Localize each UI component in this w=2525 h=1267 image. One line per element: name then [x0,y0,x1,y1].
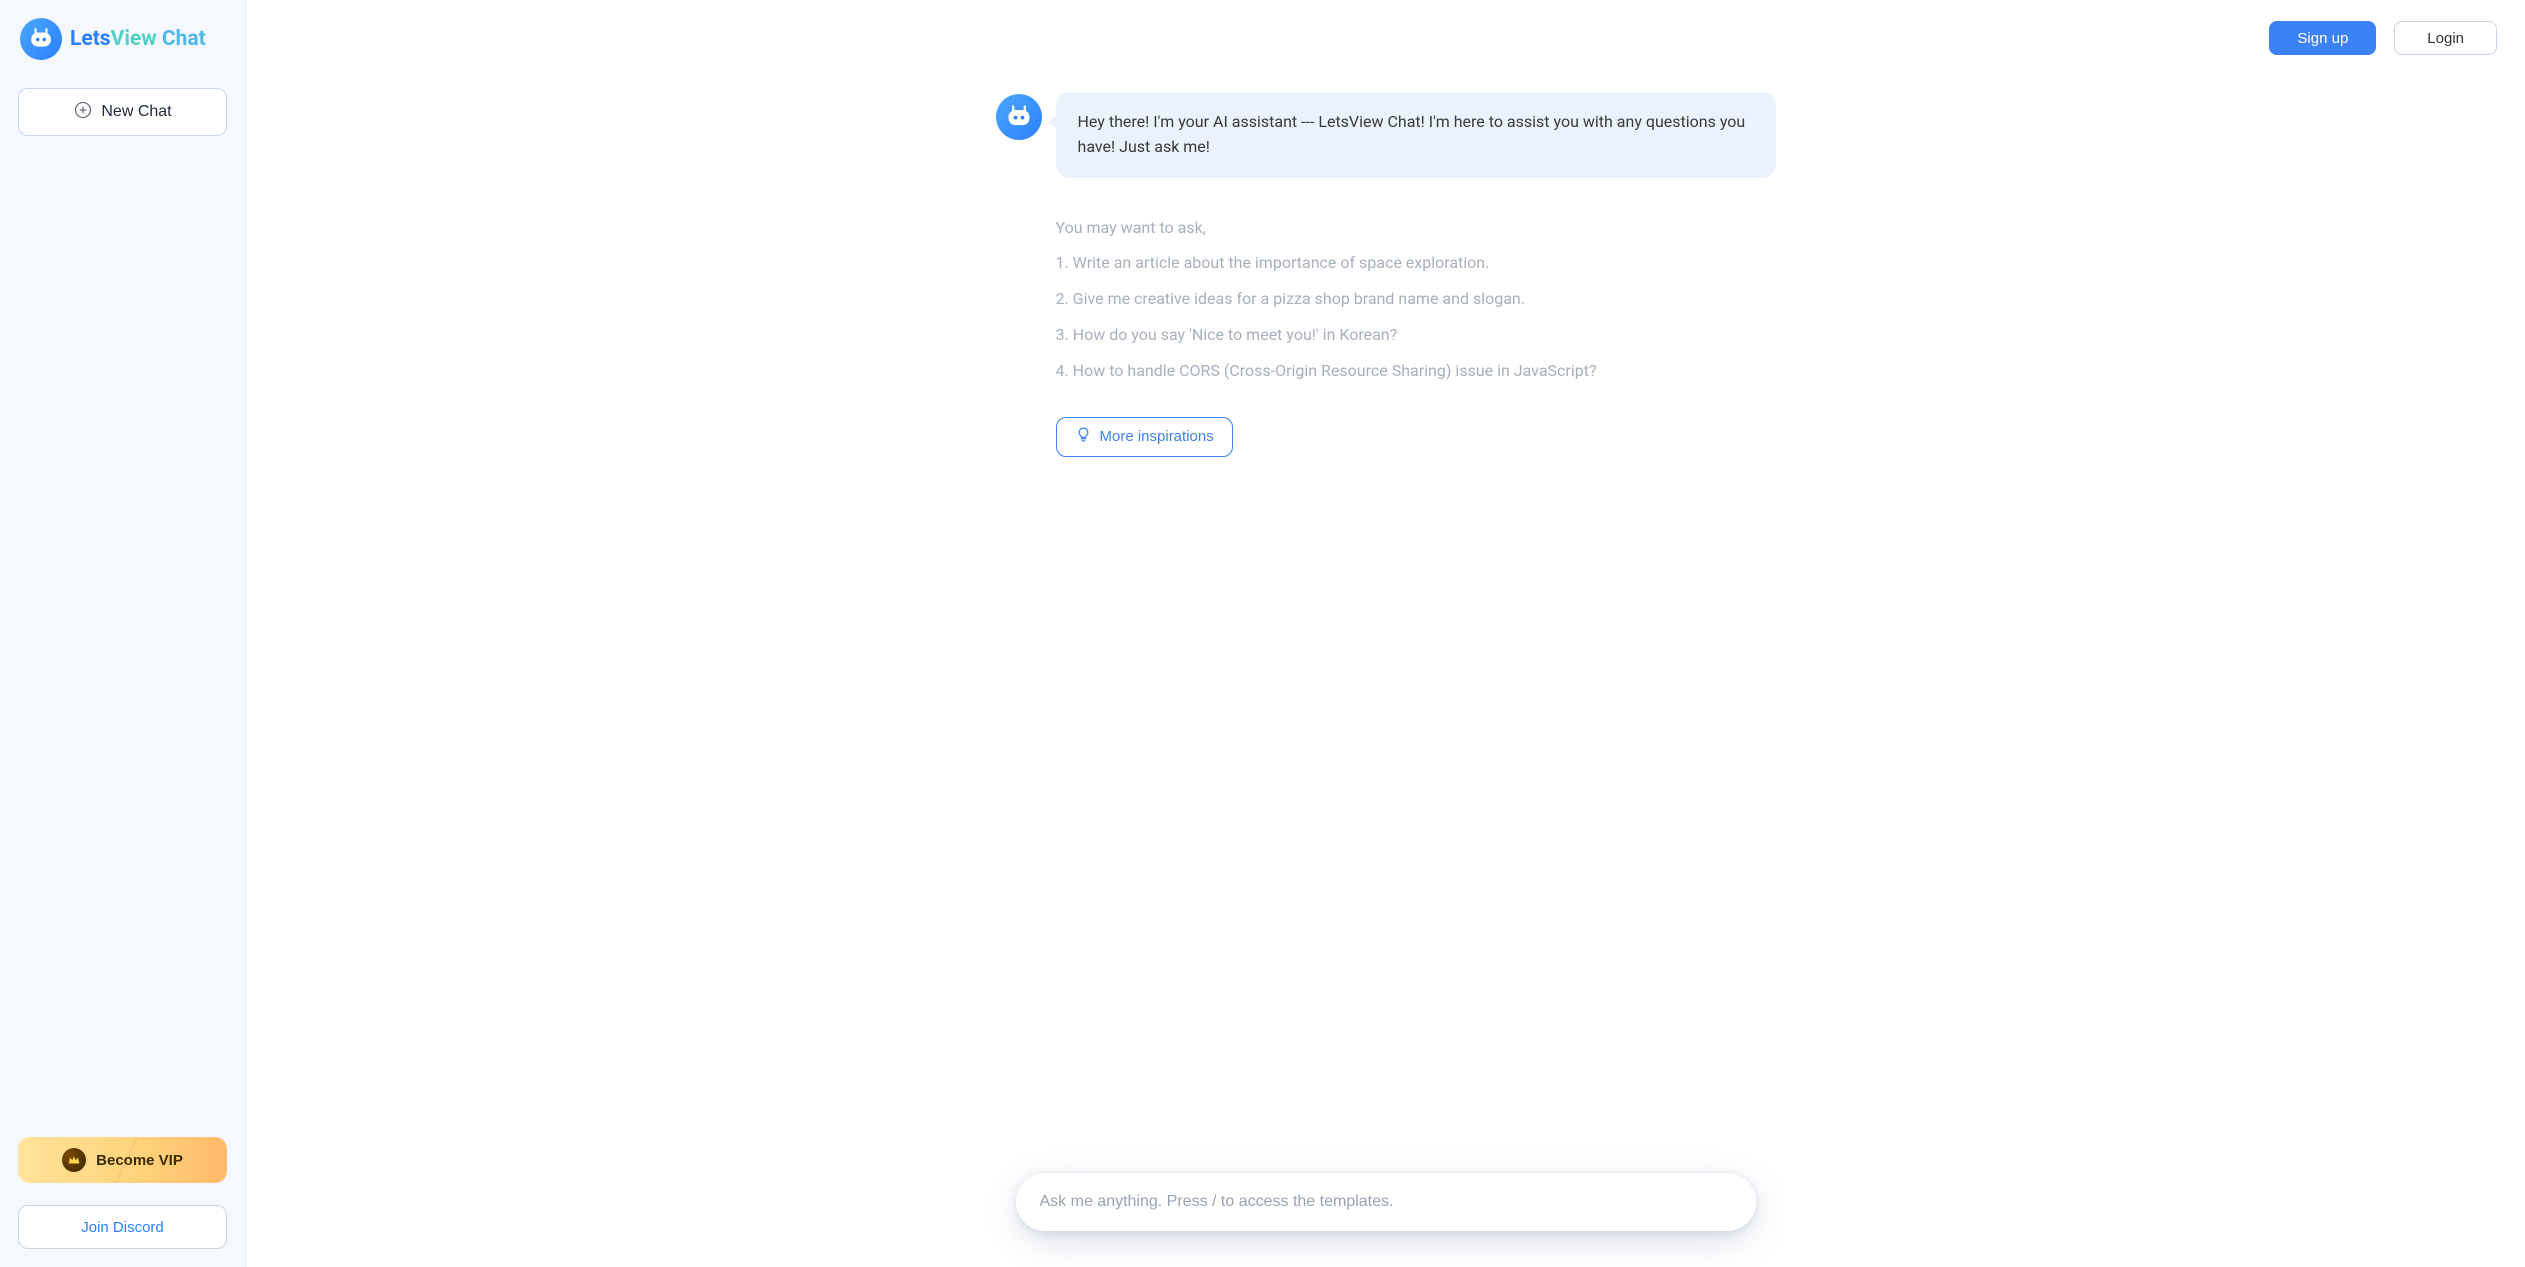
suggestions-block: You may want to ask, 1. Write an article… [996,218,1776,457]
login-label: Login [2427,30,2464,47]
composer[interactable] [1016,1173,1756,1231]
vip-label: Become VIP [96,1152,183,1169]
crown-icon [62,1148,86,1172]
sidebar: LetsView Chat New Chat Become VIP Join D… [0,0,246,1267]
plus-circle-icon [73,100,93,125]
suggestion-item[interactable]: 4. How to handle CORS (Cross-Origin Reso… [1056,359,1776,383]
chat-scroll[interactable]: Hey there! I'm your AI assistant --- Let… [246,76,2525,1267]
brand-logo[interactable]: LetsView Chat [18,18,227,60]
login-button[interactable]: Login [2394,21,2497,55]
suggestion-item[interactable]: 2. Give me creative ideas for a pizza sh… [1056,287,1776,311]
suggestions-heading: You may want to ask, [1056,218,1776,237]
brand-avatar-icon [20,18,62,60]
new-chat-label: New Chat [101,103,171,121]
topbar: Sign up Login [246,0,2525,76]
new-chat-button[interactable]: New Chat [18,88,227,136]
more-inspirations-label: More inspirations [1100,428,1214,445]
become-vip-button[interactable]: Become VIP [18,1137,227,1183]
join-discord-button[interactable]: Join Discord [18,1205,227,1249]
assistant-message-text: Hey there! I'm your AI assistant --- Let… [1056,92,1776,178]
assistant-message: Hey there! I'm your AI assistant --- Let… [996,92,1776,178]
signup-button[interactable]: Sign up [2269,21,2376,55]
lightbulb-icon [1075,426,1092,447]
suggestion-item[interactable]: 1. Write an article about the importance… [1056,251,1776,275]
suggestion-item[interactable]: 3. How do you say 'Nice to meet you!' in… [1056,323,1776,347]
more-inspirations-button[interactable]: More inspirations [1056,417,1233,457]
composer-input[interactable] [1040,1193,1732,1211]
main-area: Sign up Login Hey there! I'm your AI ass… [246,0,2525,1267]
brand-name: LetsView Chat [70,27,206,51]
discord-label: Join Discord [81,1219,164,1236]
signup-label: Sign up [2297,30,2348,47]
assistant-avatar-icon [996,94,1042,140]
